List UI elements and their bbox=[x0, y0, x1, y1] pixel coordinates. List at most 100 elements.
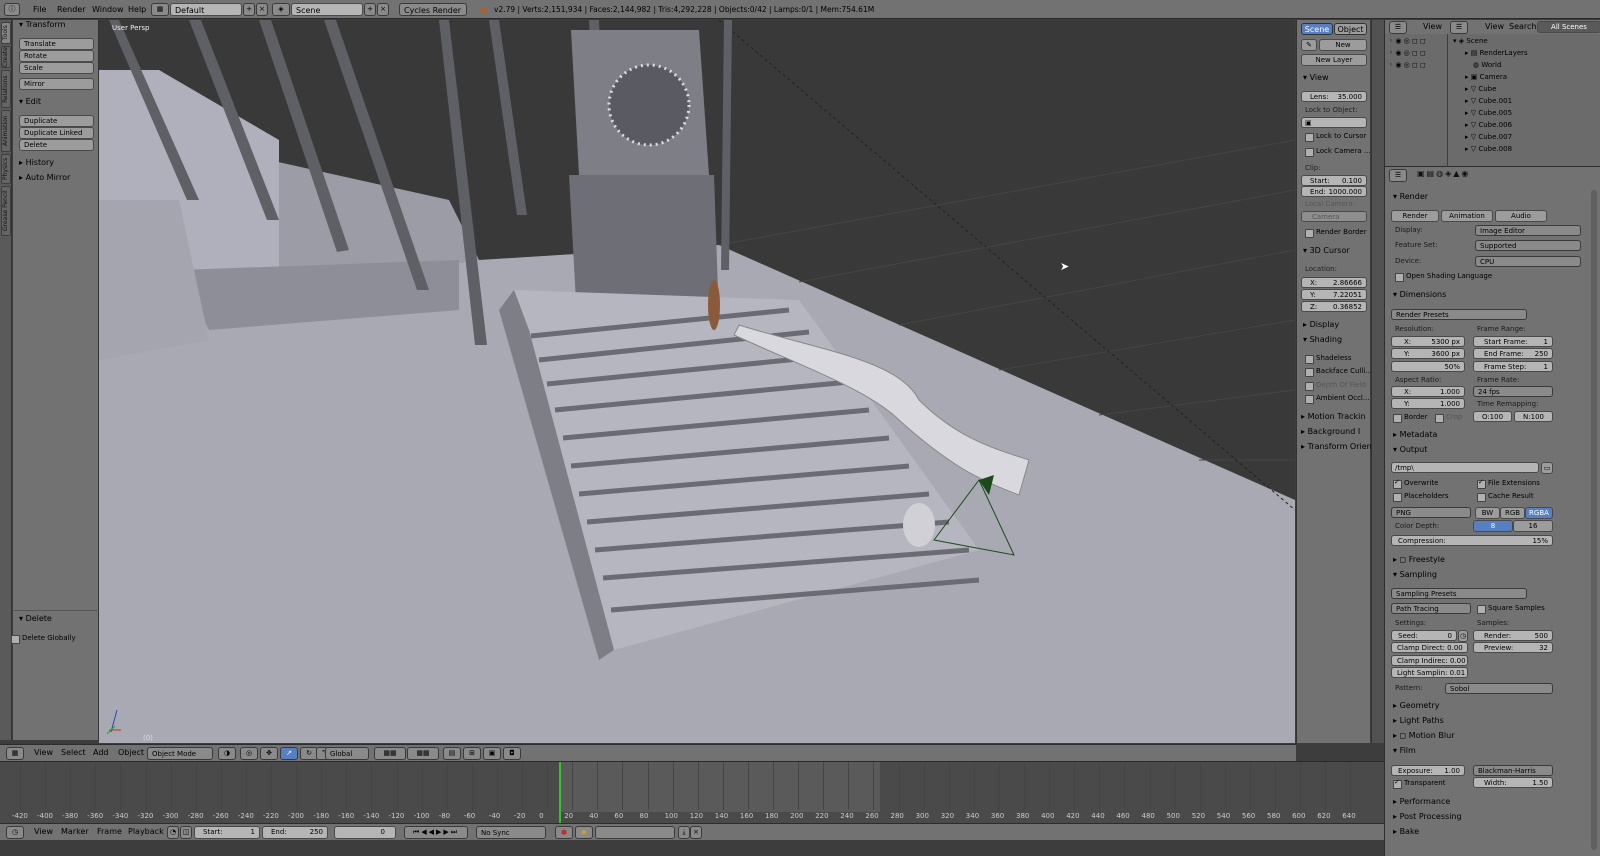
vp-menu-add[interactable]: Add bbox=[93, 748, 109, 757]
geometry-panel-header[interactable]: ▸ Geometry bbox=[1393, 701, 1439, 710]
all-scenes-dropdown[interactable]: All Scenes bbox=[1537, 21, 1600, 33]
outliner-item-cube005[interactable]: ▸ ▽ Cube.005 bbox=[1465, 109, 1512, 117]
grease-pencil-icon[interactable]: ✎ bbox=[1301, 39, 1317, 51]
lock-to-cursor-checkbox[interactable]: Lock to Cursor bbox=[1305, 132, 1366, 142]
frame-rate-dropdown[interactable]: 24 fps bbox=[1473, 386, 1553, 397]
layout-field[interactable]: Default bbox=[170, 3, 242, 16]
shading-panel-header[interactable]: ▾ Shading bbox=[1303, 335, 1342, 344]
lens-field[interactable]: Lens: 35.000 bbox=[1301, 91, 1367, 102]
vp-menu-object[interactable]: Object bbox=[118, 748, 144, 757]
sync-dropdown[interactable]: No Sync bbox=[476, 826, 546, 839]
ambient-occlusion-checkbox[interactable]: Ambient Occl... bbox=[1305, 394, 1370, 404]
tab-relations[interactable]: Relations bbox=[1, 70, 11, 108]
properties-editor-icon[interactable]: ☰ bbox=[1389, 169, 1407, 182]
vis-row-1[interactable]: ◦ ◉ ◎ ◻ ◻ bbox=[1389, 37, 1426, 45]
orientation-dropdown[interactable]: Global bbox=[325, 747, 369, 760]
dof-checkbox[interactable]: Depth Of Field bbox=[1305, 381, 1366, 391]
edit-panel-header[interactable]: ▾ Edit bbox=[19, 97, 41, 106]
pivot-icon[interactable]: ◎ bbox=[240, 747, 258, 760]
lock-icon[interactable]: ◫ bbox=[180, 826, 192, 839]
tab-animation[interactable]: Animation bbox=[1, 110, 11, 152]
history-panel-header[interactable]: ▸ History bbox=[19, 158, 54, 167]
motion-tracking-panel[interactable]: ▸ Motion Trackin bbox=[1301, 412, 1365, 421]
frame-step-field[interactable]: Frame Step: 1 bbox=[1473, 361, 1553, 372]
cursor-x-field[interactable]: X: 2.86666 bbox=[1301, 277, 1367, 288]
lock-camera-checkbox[interactable]: Lock Camera ... bbox=[1305, 147, 1371, 157]
feature-set-dropdown[interactable]: Supported bbox=[1475, 240, 1581, 251]
integrator-dropdown[interactable]: Path Tracing bbox=[1391, 603, 1471, 614]
tl-menu-view[interactable]: View bbox=[34, 827, 53, 836]
start-frame-field-tl[interactable]: Start: 1 bbox=[194, 826, 260, 839]
device-dropdown[interactable]: CPU bbox=[1475, 256, 1581, 267]
render-samples-field[interactable]: Render: 500 bbox=[1473, 630, 1553, 641]
tl-menu-frame[interactable]: Frame bbox=[97, 827, 122, 836]
translate-manip-icon[interactable]: ↗ bbox=[280, 747, 298, 760]
overwrite-checkbox[interactable]: Overwrite bbox=[1393, 478, 1438, 489]
transform-orientation-panel[interactable]: ▸ Transform Orienta bbox=[1301, 442, 1380, 451]
outliner-search-menu[interactable]: Search bbox=[1509, 22, 1536, 31]
add-layout-icon[interactable]: + bbox=[243, 3, 255, 16]
animation-button[interactable]: Animation bbox=[1441, 210, 1493, 222]
insert-keyframe-icon[interactable]: ⤓ bbox=[678, 826, 690, 839]
file-format-dropdown[interactable]: PNG bbox=[1391, 507, 1471, 518]
outliner2-editor-icon[interactable]: ☰ bbox=[1450, 21, 1468, 34]
tab-tools[interactable]: Tools bbox=[1, 22, 11, 44]
outliner-item-cube008[interactable]: ▸ ▽ Cube.008 bbox=[1465, 145, 1512, 153]
placeholders-checkbox[interactable]: Placeholders bbox=[1393, 492, 1449, 502]
mirror-button[interactable]: Mirror bbox=[19, 78, 94, 90]
light-sampling-field[interactable]: Light Samplin: 0.01 bbox=[1391, 667, 1468, 678]
layers-grid-1[interactable]: ▦▦ bbox=[374, 747, 406, 760]
viewport-shading-icon[interactable]: ◑ bbox=[218, 747, 236, 760]
depth-8-button[interactable]: 8 bbox=[1473, 520, 1513, 532]
tab-grease-pencil[interactable]: Grease Pencil bbox=[1, 186, 11, 236]
rotate-button[interactable]: Rotate bbox=[19, 50, 94, 62]
vp-menu-view[interactable]: View bbox=[34, 748, 53, 757]
outliner-item-world[interactable]: ◍ World bbox=[1473, 61, 1501, 69]
view-panel-header[interactable]: ▾ View bbox=[1303, 73, 1329, 82]
remap-old-field[interactable]: O:100 bbox=[1473, 411, 1512, 422]
output-path-field[interactable]: /tmp\ bbox=[1391, 462, 1539, 473]
lock-layers-icon[interactable]: ▤ bbox=[443, 747, 461, 760]
duplicate-button[interactable]: Duplicate bbox=[19, 115, 94, 127]
remap-new-field[interactable]: N:100 bbox=[1514, 411, 1553, 422]
outliner-item-cube006[interactable]: ▸ ▽ Cube.006 bbox=[1465, 121, 1512, 129]
performance-panel-header[interactable]: ▸ Performance bbox=[1393, 797, 1450, 806]
depth-16-button[interactable]: 16 bbox=[1513, 520, 1553, 532]
remove-scene-icon[interactable]: × bbox=[377, 3, 389, 16]
render-border-checkbox[interactable]: Render Border bbox=[1305, 228, 1367, 238]
outliner-item-scene[interactable]: ▾ ◈ Scene bbox=[1453, 37, 1488, 45]
preview-range-icon[interactable]: ◔ bbox=[167, 826, 179, 839]
film-panel-header[interactable]: ▾ Film bbox=[1393, 746, 1416, 755]
properties-scrollbar[interactable] bbox=[1591, 190, 1597, 850]
clamp-direct-field[interactable]: Clamp Direct: 0.00 bbox=[1391, 642, 1468, 653]
clip-start-field[interactable]: Start: 0.100 bbox=[1301, 175, 1367, 186]
transform-panel-header[interactable]: ▾ Transform bbox=[19, 20, 65, 29]
preview-samples-field[interactable]: Preview: 32 bbox=[1473, 642, 1553, 653]
motion-blur-panel-header[interactable]: ▸ ◻ Motion Blur bbox=[1393, 731, 1454, 740]
scale-button[interactable]: Scale bbox=[19, 62, 94, 74]
scene-icon[interactable]: ◈ bbox=[272, 3, 290, 16]
menu-help[interactable]: Help bbox=[128, 0, 146, 19]
crop-checkbox[interactable]: Crop bbox=[1435, 413, 1462, 423]
seed-field[interactable]: Seed: 0 bbox=[1391, 630, 1457, 641]
tab-create[interactable]: Create bbox=[1, 46, 11, 68]
transparent-checkbox[interactable]: Transparent bbox=[1393, 778, 1445, 789]
filter-width-field[interactable]: Width: 1.50 bbox=[1473, 777, 1553, 788]
res-y-field[interactable]: Y: 3600 px bbox=[1391, 348, 1465, 359]
vis-row-3[interactable]: ◦ ◉ ◎ ◻ ◻ bbox=[1389, 61, 1426, 69]
cache-result-checkbox[interactable]: Cache Result bbox=[1477, 492, 1534, 502]
vp-menu-select[interactable]: Select bbox=[61, 748, 86, 757]
rgb-button[interactable]: RGB bbox=[1500, 507, 1525, 519]
tab-physics[interactable]: Physics bbox=[1, 154, 11, 184]
3d-editor-icon[interactable]: ▦ bbox=[6, 747, 24, 760]
keyframe-icon[interactable]: ◆ bbox=[575, 826, 593, 839]
cursor-z-field[interactable]: Z: 0.36852 bbox=[1301, 301, 1367, 312]
outliner-item-cube[interactable]: ▸ ▽ Cube bbox=[1465, 85, 1496, 93]
duplicate-linked-button[interactable]: Duplicate Linked bbox=[19, 127, 94, 139]
display-dropdown[interactable]: Image Editor bbox=[1475, 225, 1581, 236]
outliner-item-camera[interactable]: ▸ ▣ Camera bbox=[1465, 73, 1507, 81]
translate-button[interactable]: Translate bbox=[19, 38, 94, 50]
aspect-x-field[interactable]: X: 1.000 bbox=[1391, 386, 1465, 397]
layout-icon[interactable]: ▦ bbox=[151, 3, 169, 16]
display-panel-header[interactable]: ▸ Display bbox=[1303, 320, 1339, 329]
